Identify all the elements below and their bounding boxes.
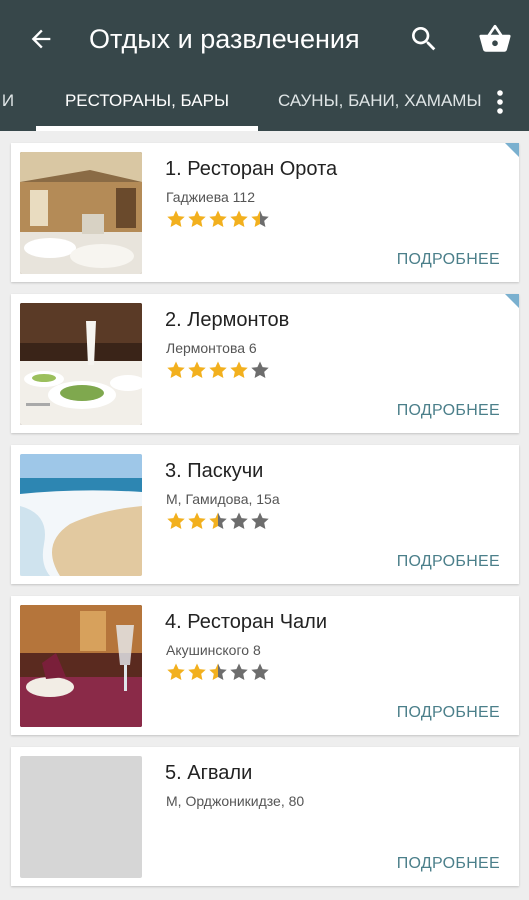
star-icon bbox=[188, 361, 206, 378]
star-icon bbox=[251, 512, 269, 529]
star-icon bbox=[167, 512, 185, 529]
star-icon bbox=[230, 663, 248, 680]
cart-button[interactable] bbox=[473, 18, 517, 60]
star-icon bbox=[209, 361, 227, 378]
star-rating bbox=[166, 209, 271, 229]
place-photo bbox=[20, 152, 142, 274]
tab-indicator bbox=[36, 126, 258, 131]
star-icon bbox=[251, 663, 269, 680]
star-icon bbox=[167, 361, 185, 378]
star-icon bbox=[251, 361, 269, 378]
place-card[interactable]: 1. Ресторан Орота Гаджиева 112 ПОДРОБНЕЕ bbox=[11, 143, 519, 282]
overflow-menu-button[interactable] bbox=[486, 82, 514, 122]
place-name: 5. Агвали bbox=[165, 762, 253, 784]
photo-placeholder bbox=[20, 756, 142, 878]
details-button[interactable]: ПОДРОБНЕЕ bbox=[397, 553, 500, 571]
star-icon bbox=[251, 210, 269, 227]
place-address: Акушинского 8 bbox=[166, 642, 261, 658]
star-icon bbox=[209, 512, 227, 529]
basket-icon bbox=[479, 24, 511, 52]
search-icon bbox=[412, 27, 436, 51]
place-name: 4. Ресторан Чали bbox=[165, 611, 328, 633]
star-icon bbox=[167, 663, 185, 680]
star-icon bbox=[230, 361, 248, 378]
place-photo bbox=[20, 303, 142, 425]
place-name: 1. Ресторан Орота bbox=[165, 158, 338, 180]
page-title: Отдых и развлечения bbox=[89, 24, 360, 54]
star-icon bbox=[230, 512, 248, 529]
place-card[interactable]: 3. Паскучи М, Гамидова, 15а ПОДРОБНЕЕ bbox=[11, 445, 519, 584]
tab-saunas[interactable]: САУНЫ, БАНИ, ХАМАМЫ bbox=[278, 78, 482, 131]
place-address: Гаджиева 112 bbox=[166, 189, 255, 205]
star-icon bbox=[188, 210, 206, 227]
star-icon bbox=[209, 663, 227, 680]
place-address: Лермонтова 6 bbox=[166, 340, 257, 356]
star-icon bbox=[167, 210, 185, 227]
place-photo bbox=[20, 605, 142, 727]
featured-corner-marker bbox=[505, 294, 519, 308]
star-icon bbox=[230, 210, 248, 227]
category-tabs: И РЕСТОРАНЫ, БАРЫ САУНЫ, БАНИ, ХАМАМЫ bbox=[0, 78, 529, 131]
search-button[interactable] bbox=[403, 18, 445, 60]
star-icon bbox=[188, 663, 206, 680]
arrow-back-icon bbox=[31, 29, 51, 49]
place-name: 2. Лермонтов bbox=[165, 309, 290, 331]
place-card[interactable]: 2. Лермонтов Лермонтова 6 ПОДРОБНЕЕ bbox=[11, 294, 519, 433]
tab-previous[interactable]: И bbox=[0, 78, 16, 131]
details-button[interactable]: ПОДРОБНЕЕ bbox=[397, 704, 500, 722]
details-button[interactable]: ПОДРОБНЕЕ bbox=[397, 855, 500, 873]
details-button[interactable]: ПОДРОБНЕЕ bbox=[397, 251, 500, 269]
details-button[interactable]: ПОДРОБНЕЕ bbox=[397, 402, 500, 420]
place-address: М, Гамидова, 15а bbox=[166, 491, 280, 507]
place-card[interactable]: 4. Ресторан Чали Акушинского 8 ПОДРОБНЕЕ bbox=[11, 596, 519, 735]
more-vertical-icon bbox=[497, 90, 503, 114]
place-name: 3. Паскучи bbox=[165, 460, 264, 482]
place-photo bbox=[20, 454, 142, 576]
place-address: М, Орджоникидзе, 80 bbox=[166, 793, 305, 809]
featured-corner-marker bbox=[505, 143, 519, 157]
back-button[interactable] bbox=[20, 19, 62, 59]
tab-restaurants-bars[interactable]: РЕСТОРАНЫ, БАРЫ bbox=[38, 78, 256, 131]
star-icon bbox=[188, 512, 206, 529]
star-rating bbox=[166, 511, 271, 531]
app-bar: Отдых и развлечения И РЕСТОРАНЫ, БАРЫ СА… bbox=[0, 0, 529, 131]
toolbar: Отдых и развлечения bbox=[0, 0, 529, 78]
star-icon bbox=[209, 210, 227, 227]
place-card[interactable]: 5. Агвали М, Орджоникидзе, 80 ПОДРОБНЕЕ bbox=[11, 747, 519, 886]
star-rating bbox=[166, 662, 271, 682]
star-rating bbox=[166, 360, 271, 380]
